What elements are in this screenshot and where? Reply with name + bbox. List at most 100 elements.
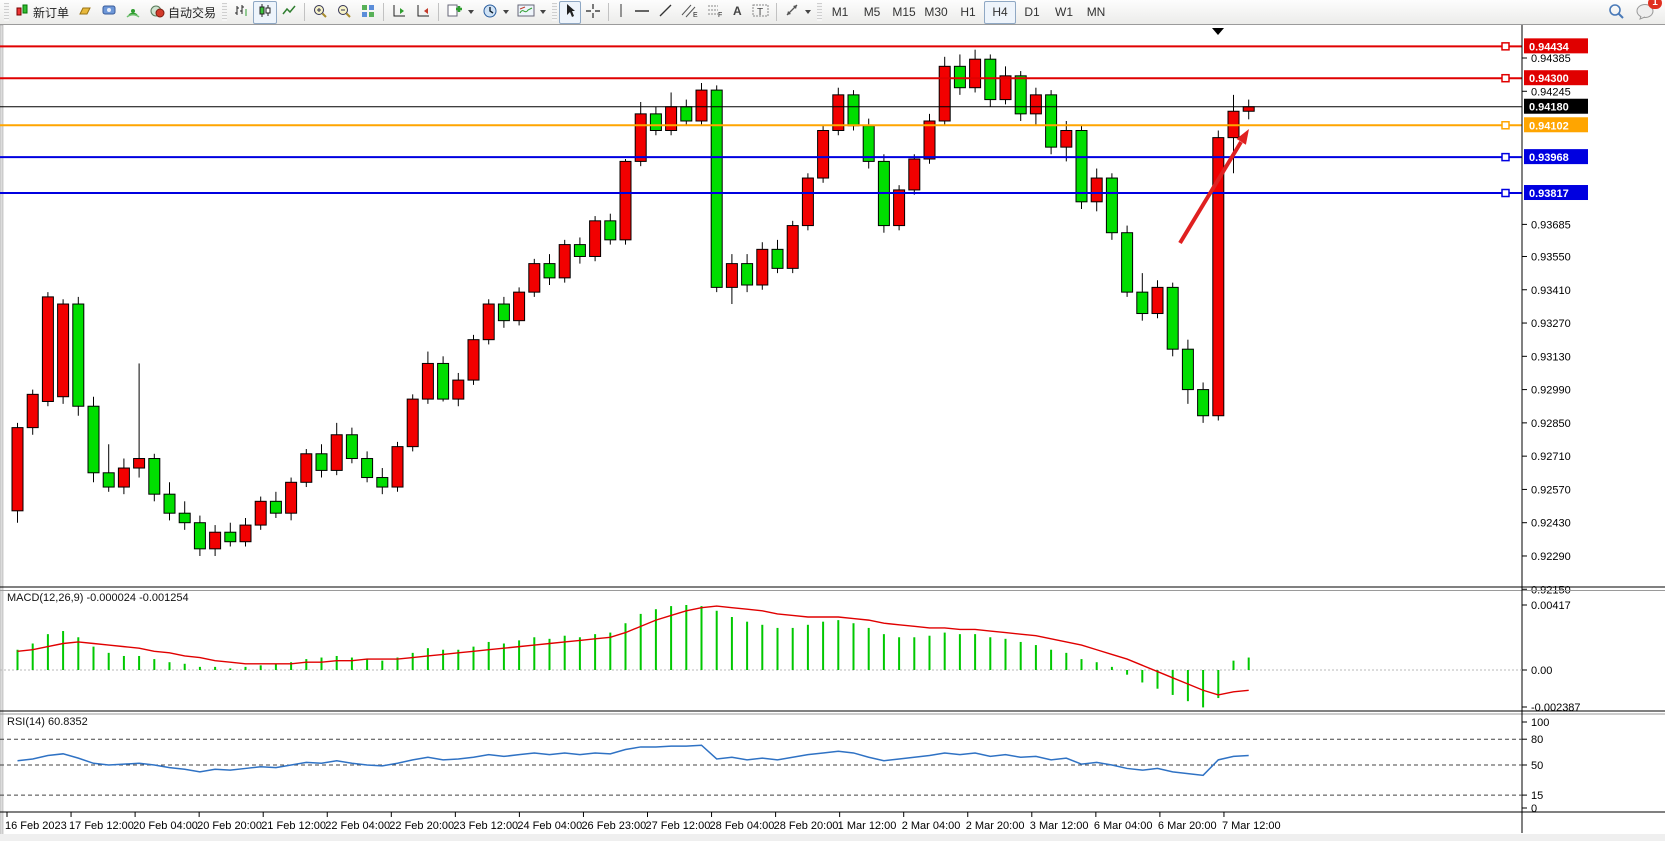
time-label: 22 Feb 20:00 bbox=[389, 820, 454, 832]
candle bbox=[362, 459, 373, 478]
time-label: 20 Feb 04:00 bbox=[133, 820, 198, 832]
candle bbox=[1000, 76, 1011, 100]
candle bbox=[985, 59, 996, 99]
candle bbox=[529, 264, 540, 293]
candle bbox=[179, 513, 190, 523]
time-label: 16 Feb 2023 bbox=[5, 820, 67, 832]
candle bbox=[787, 226, 798, 269]
price-badge-label: 0.93968 bbox=[1529, 152, 1569, 164]
macd-tick-label: 0.00417 bbox=[1531, 600, 1571, 612]
price-tick-label: 0.93685 bbox=[1531, 219, 1571, 231]
candle bbox=[1243, 107, 1254, 112]
candle bbox=[377, 478, 388, 488]
candle bbox=[894, 190, 905, 226]
candle bbox=[681, 107, 692, 121]
candle bbox=[1167, 287, 1178, 349]
price-tick-label: 0.93550 bbox=[1531, 251, 1571, 263]
candle bbox=[12, 428, 23, 511]
candle bbox=[620, 161, 631, 239]
candle bbox=[118, 468, 129, 487]
rsi-tick-label: 50 bbox=[1531, 760, 1543, 772]
candle bbox=[346, 435, 357, 459]
candle bbox=[240, 525, 251, 542]
line-handle[interactable] bbox=[1502, 75, 1509, 82]
rsi-tick-label: 15 bbox=[1531, 790, 1543, 802]
macd-tick-label: 0.00 bbox=[1531, 665, 1552, 677]
time-label: 2 Mar 20:00 bbox=[966, 820, 1025, 832]
candle bbox=[422, 363, 433, 399]
candle bbox=[103, 473, 114, 487]
candle bbox=[225, 532, 236, 542]
price-tick-label: 0.93270 bbox=[1531, 318, 1571, 330]
candle bbox=[711, 90, 722, 287]
candle bbox=[818, 130, 829, 178]
candle bbox=[742, 264, 753, 285]
candle bbox=[1182, 349, 1193, 389]
candle bbox=[149, 459, 160, 495]
candle bbox=[650, 114, 661, 131]
price-badge-label: 0.94434 bbox=[1529, 41, 1570, 53]
price-tick-label: 0.93410 bbox=[1531, 285, 1571, 297]
candle bbox=[255, 501, 266, 525]
chart-canvas[interactable]: 0.944340.943000.941800.941020.939680.938… bbox=[0, 0, 1665, 841]
candle bbox=[438, 363, 449, 399]
candle bbox=[696, 90, 707, 121]
candle bbox=[27, 394, 38, 427]
candle bbox=[1015, 76, 1026, 114]
candle bbox=[514, 292, 525, 321]
candle bbox=[164, 494, 175, 513]
candle bbox=[73, 304, 84, 406]
time-label: 17 Feb 12:00 bbox=[69, 820, 134, 832]
candle bbox=[270, 501, 281, 513]
line-handle[interactable] bbox=[1502, 122, 1509, 129]
price-tick-label: 0.92430 bbox=[1531, 518, 1571, 530]
candle bbox=[1137, 292, 1148, 313]
candle bbox=[1122, 233, 1133, 292]
price-badge-label: 0.94102 bbox=[1529, 120, 1569, 132]
candle bbox=[331, 435, 342, 471]
candle bbox=[1198, 390, 1209, 416]
mt4-window: 新订单 自动交易 bbox=[0, 0, 1665, 841]
time-label: 28 Feb 04:00 bbox=[710, 820, 775, 832]
price-badge-label: 0.93817 bbox=[1529, 188, 1569, 200]
time-label: 20 Feb 20:00 bbox=[197, 820, 262, 832]
candle bbox=[453, 380, 464, 399]
candle bbox=[286, 482, 297, 513]
candle bbox=[1091, 178, 1102, 202]
price-tick-label: 0.92710 bbox=[1531, 451, 1571, 463]
candle bbox=[1106, 178, 1117, 233]
candle bbox=[468, 340, 479, 380]
candle bbox=[392, 447, 403, 487]
line-handle[interactable] bbox=[1502, 190, 1509, 197]
time-label: 22 Feb 04:00 bbox=[325, 820, 390, 832]
price-badge-label: 0.94300 bbox=[1529, 73, 1569, 85]
price-tick-label: 0.92850 bbox=[1531, 418, 1571, 430]
time-label: 27 Feb 12:00 bbox=[646, 820, 711, 832]
price-tick-label: 0.92570 bbox=[1531, 484, 1571, 496]
time-label: 7 Mar 12:00 bbox=[1222, 820, 1281, 832]
rsi-label: RSI(14) 60.8352 bbox=[7, 716, 88, 728]
candle bbox=[483, 304, 494, 340]
price-tick-label: 0.92990 bbox=[1531, 385, 1571, 397]
candle bbox=[590, 221, 601, 257]
line-handle[interactable] bbox=[1502, 43, 1509, 50]
candle bbox=[1076, 130, 1087, 201]
price-tick-label: 0.93130 bbox=[1531, 351, 1571, 363]
candle bbox=[544, 264, 555, 278]
candle bbox=[194, 523, 205, 549]
candle bbox=[909, 159, 920, 190]
time-label: 26 Feb 23:00 bbox=[581, 820, 646, 832]
line-handle[interactable] bbox=[1502, 154, 1509, 161]
candle bbox=[726, 264, 737, 288]
candle bbox=[802, 178, 813, 226]
time-label: 2 Mar 04:00 bbox=[902, 820, 961, 832]
candle bbox=[1030, 95, 1041, 114]
candle bbox=[42, 297, 53, 402]
candle bbox=[407, 399, 418, 447]
candle bbox=[574, 245, 585, 257]
candle bbox=[757, 249, 768, 285]
time-label: 6 Mar 04:00 bbox=[1094, 820, 1153, 832]
time-label: 3 Mar 12:00 bbox=[1030, 820, 1089, 832]
candle bbox=[605, 221, 616, 240]
price-tick-label: 0.92290 bbox=[1531, 551, 1571, 563]
